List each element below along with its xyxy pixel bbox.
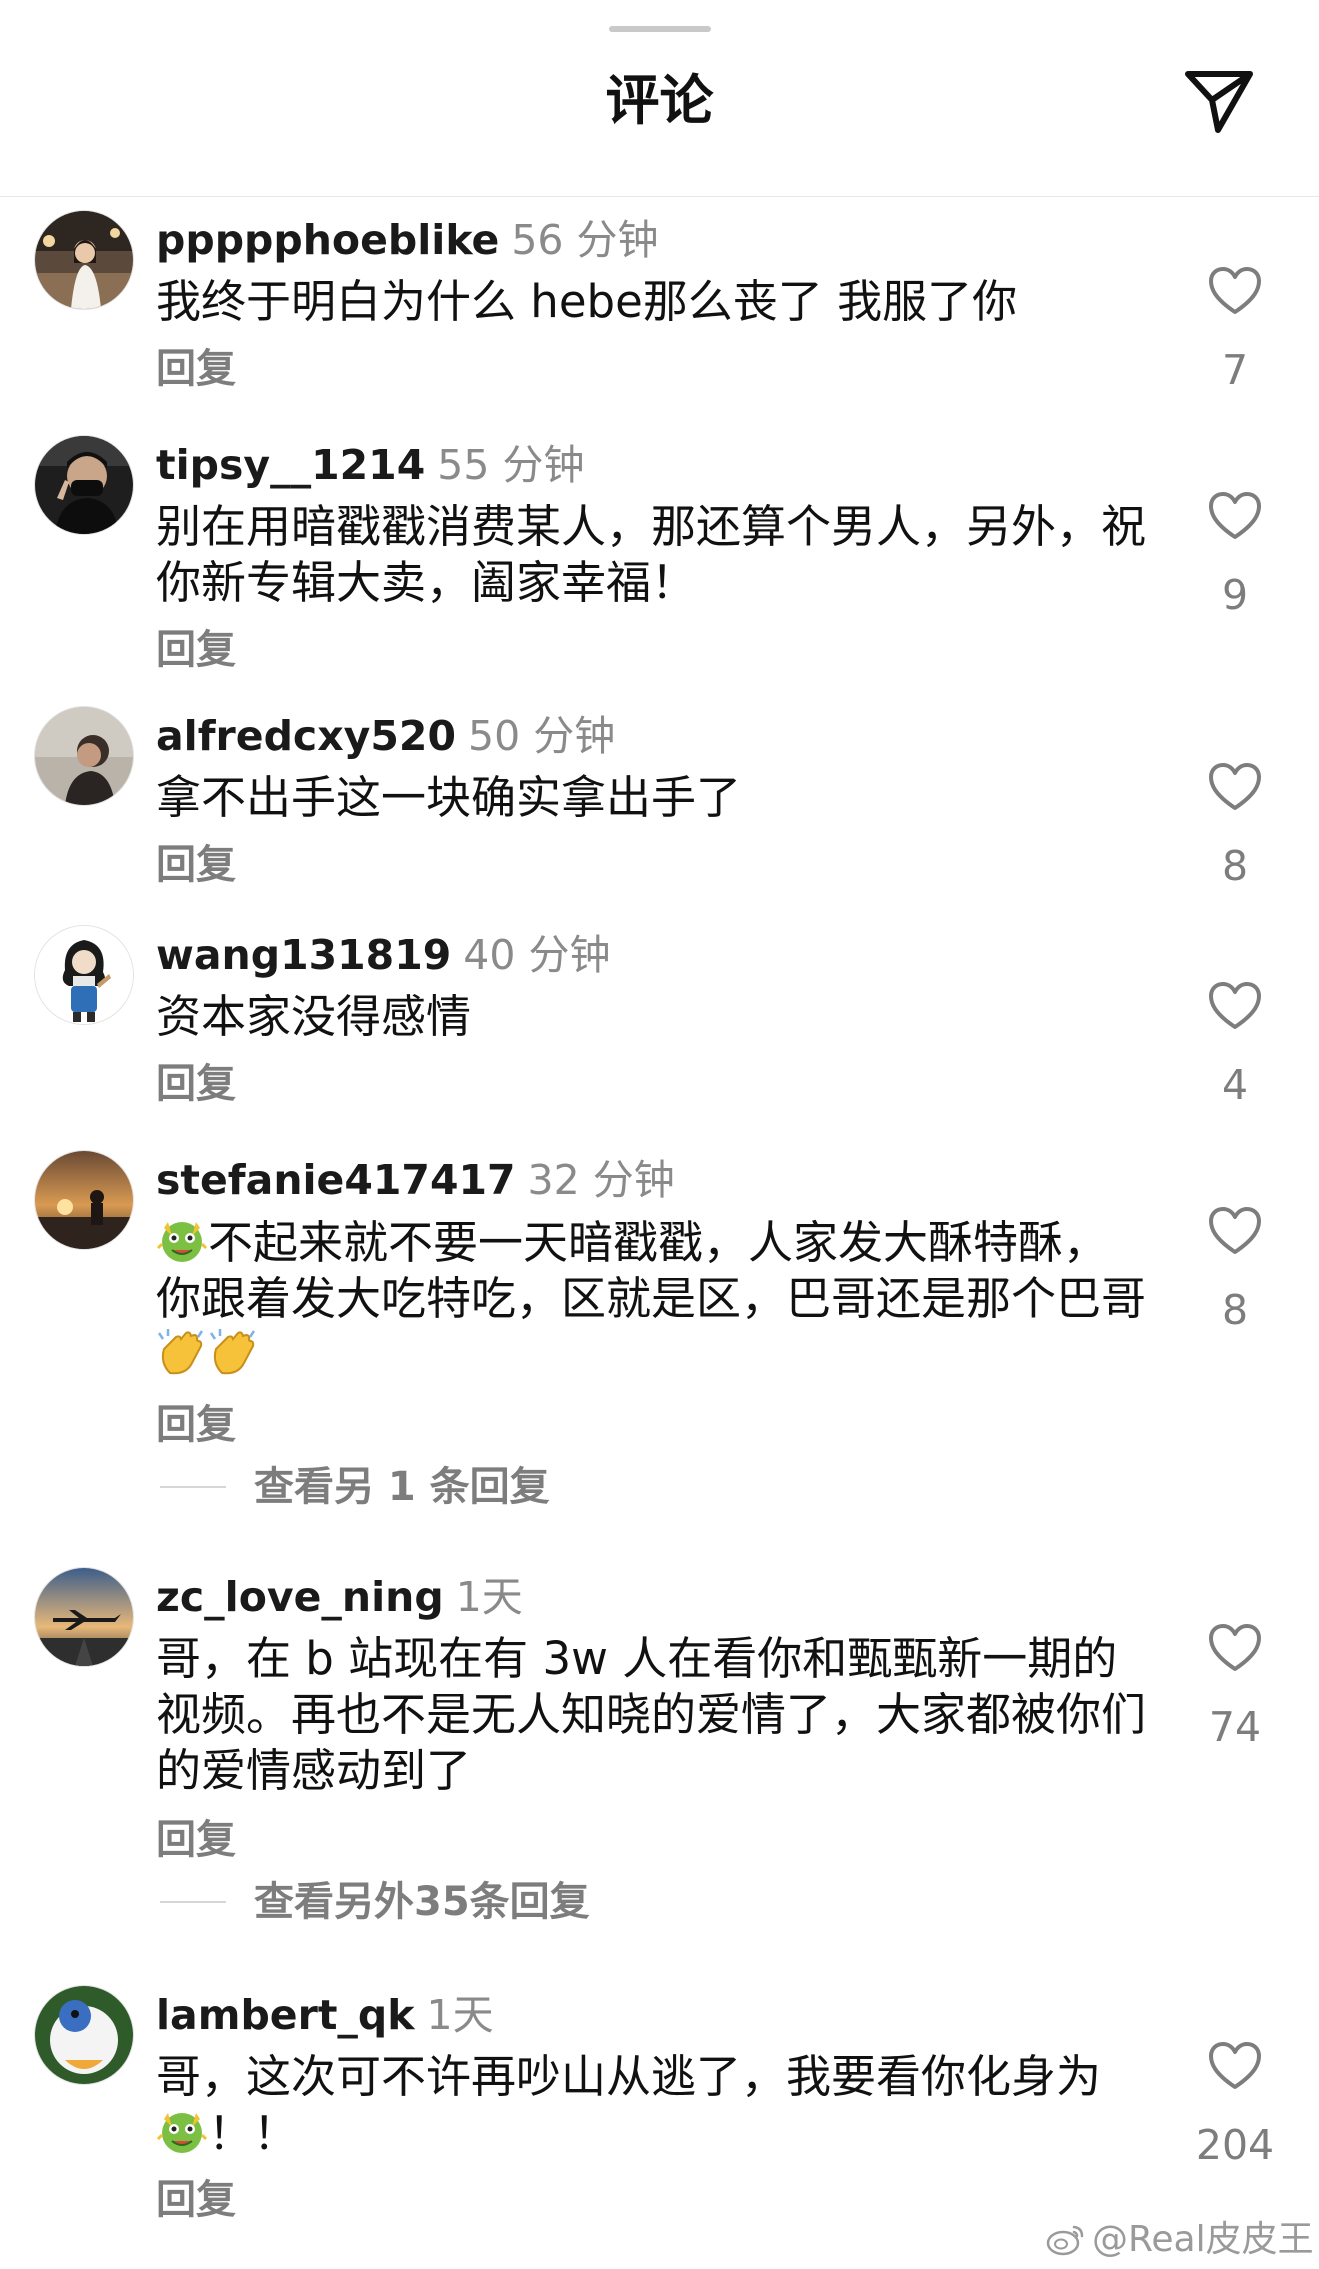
heart-icon <box>1209 492 1261 539</box>
view-more-replies-button[interactable]: 查看另 1 条回复 <box>160 1462 550 1512</box>
comment-header: stefanie417417 32 分钟 <box>156 1154 675 1206</box>
view-replies-label: 查看另 1 条回复 <box>254 1464 550 1510</box>
username[interactable]: lambert_qk <box>156 1991 415 2039</box>
view-replies-label: 查看另外35条回复 <box>254 1879 590 1925</box>
avatar[interactable] <box>34 1567 134 1667</box>
comment-text: 哥，在 b 站现在有 3w 人在看你和甄甄新一期的视频。再也不是无人知晓的爱情了… <box>156 1632 1147 1797</box>
comment-text: 不起来就不要一天暗戳戳，人家发大酥特酥，你跟着发大吃特吃，区就是区，巴哥还是那个… <box>156 1214 1146 1384</box>
heart-icon <box>1209 267 1261 314</box>
like-button[interactable] <box>1208 762 1262 812</box>
timestamp: 1天 <box>426 1991 494 2039</box>
heart-icon <box>1209 1624 1261 1671</box>
comment-header: tipsy__1214 55 分钟 <box>156 439 584 491</box>
like-count: 4 <box>1221 1061 1249 1109</box>
username[interactable]: zc_love_ning <box>156 1573 444 1621</box>
reply-button[interactable]: 回复 <box>156 625 236 675</box>
watermark: @Real皮皮王 <box>1046 2218 1314 2262</box>
reply-button[interactable]: 回复 <box>156 344 236 394</box>
heart-icon <box>1209 763 1261 810</box>
weibo-logo-icon <box>1046 2225 1084 2256</box>
heart-icon <box>1209 1207 1261 1254</box>
like-count: 7 <box>1221 346 1249 394</box>
comment-text-content: ！！ <box>208 2107 299 2160</box>
avatar[interactable] <box>34 925 134 1025</box>
timestamp: 1天 <box>455 1573 523 1621</box>
comment-text: 资本家没得感情 <box>156 990 472 1043</box>
reply-button[interactable]: 回复 <box>156 2175 236 2225</box>
avatar[interactable] <box>34 435 134 535</box>
comment-header: ppppphoeblike 56 分钟 <box>156 214 659 266</box>
reply-button[interactable]: 回复 <box>156 840 236 890</box>
comment-text: 哥，这次可不许再吵山从逃了，我要看你化身为 ！！ <box>156 2049 1146 2162</box>
comment-header: lambert_qk 1天 <box>156 1989 494 2041</box>
avatar[interactable] <box>34 1985 134 2085</box>
comment-text-content: 哥，这次可不许再吵山从逃了，我要看你化身为 <box>156 2050 1102 2103</box>
avatar[interactable] <box>34 210 134 310</box>
username[interactable]: wang131819 <box>156 931 451 979</box>
reply-button[interactable]: 回复 <box>156 1400 236 1450</box>
timestamp: 40 分钟 <box>463 931 611 979</box>
timestamp: 32 分钟 <box>527 1156 675 1204</box>
timestamp: 56 分钟 <box>511 216 659 264</box>
comments-sheet: 评论 ppppphoeblike 56 分钟 我终于明白为什么 hebe那么丧了… <box>0 0 1319 2269</box>
share-button[interactable] <box>1180 62 1258 140</box>
dragon-emoji-icon <box>156 2113 208 2153</box>
like-button[interactable] <box>1208 1623 1262 1673</box>
timestamp: 50 分钟 <box>468 712 616 760</box>
clapping-hands-emoji-icon <box>157 1329 204 1375</box>
reply-button[interactable]: 回复 <box>156 1059 236 1109</box>
comments-header: 评论 <box>0 0 1319 197</box>
comment-header: zc_love_ning 1天 <box>156 1571 523 1623</box>
like-button[interactable] <box>1208 1206 1262 1256</box>
clapping-hands-emoji-icon <box>209 1329 256 1375</box>
username[interactable]: ppppphoeblike <box>156 216 499 264</box>
username[interactable]: alfredcxy520 <box>156 712 456 760</box>
reply-button[interactable]: 回复 <box>156 1815 236 1865</box>
comment-text: 我终于明白为什么 hebe那么丧了 我服了你 <box>156 275 1018 328</box>
like-button[interactable] <box>1208 981 1262 1031</box>
send-icon <box>1185 71 1253 133</box>
comment-header: alfredcxy520 50 分钟 <box>156 710 615 762</box>
comment-text-content: 不起来就不要一天暗戳戳，人家发大酥特酥，你跟着发大吃特吃，区就是区，巴哥还是那个… <box>156 1216 1147 1325</box>
like-count: 9 <box>1221 571 1249 619</box>
avatar[interactable] <box>34 706 134 806</box>
username[interactable]: tipsy__1214 <box>156 441 425 489</box>
drag-handle[interactable] <box>609 26 711 32</box>
comment-text: 拿不出手这一块确实拿出手了 <box>156 771 742 824</box>
view-more-replies-button[interactable]: 查看另外35条回复 <box>160 1877 590 1927</box>
username[interactable]: stefanie417417 <box>156 1156 516 1204</box>
comment-text: 别在用暗戳戳消费某人，那还算个男人，另外，祝你新专辑大卖，阖家幸福！ <box>156 500 1147 609</box>
heart-icon <box>1209 982 1261 1029</box>
avatar[interactable] <box>34 1150 134 1250</box>
timestamp: 55 分钟 <box>437 441 585 489</box>
comment-header: wang131819 40 分钟 <box>156 929 610 981</box>
dragon-emoji-icon <box>156 1222 208 1262</box>
divider-line <box>160 1901 226 1903</box>
heart-icon <box>1209 2042 1261 2089</box>
like-count: 8 <box>1221 842 1249 890</box>
watermark-text: @Real皮皮王 <box>1092 2219 1314 2260</box>
divider-line <box>160 1486 226 1488</box>
page-title: 评论 <box>605 69 714 132</box>
like-button[interactable] <box>1208 266 1262 316</box>
like-count: 8 <box>1221 1286 1249 1334</box>
like-button[interactable] <box>1208 491 1262 541</box>
like-count: 74 <box>1208 1703 1262 1751</box>
like-count: 204 <box>1195 2121 1275 2169</box>
like-button[interactable] <box>1208 2041 1262 2091</box>
